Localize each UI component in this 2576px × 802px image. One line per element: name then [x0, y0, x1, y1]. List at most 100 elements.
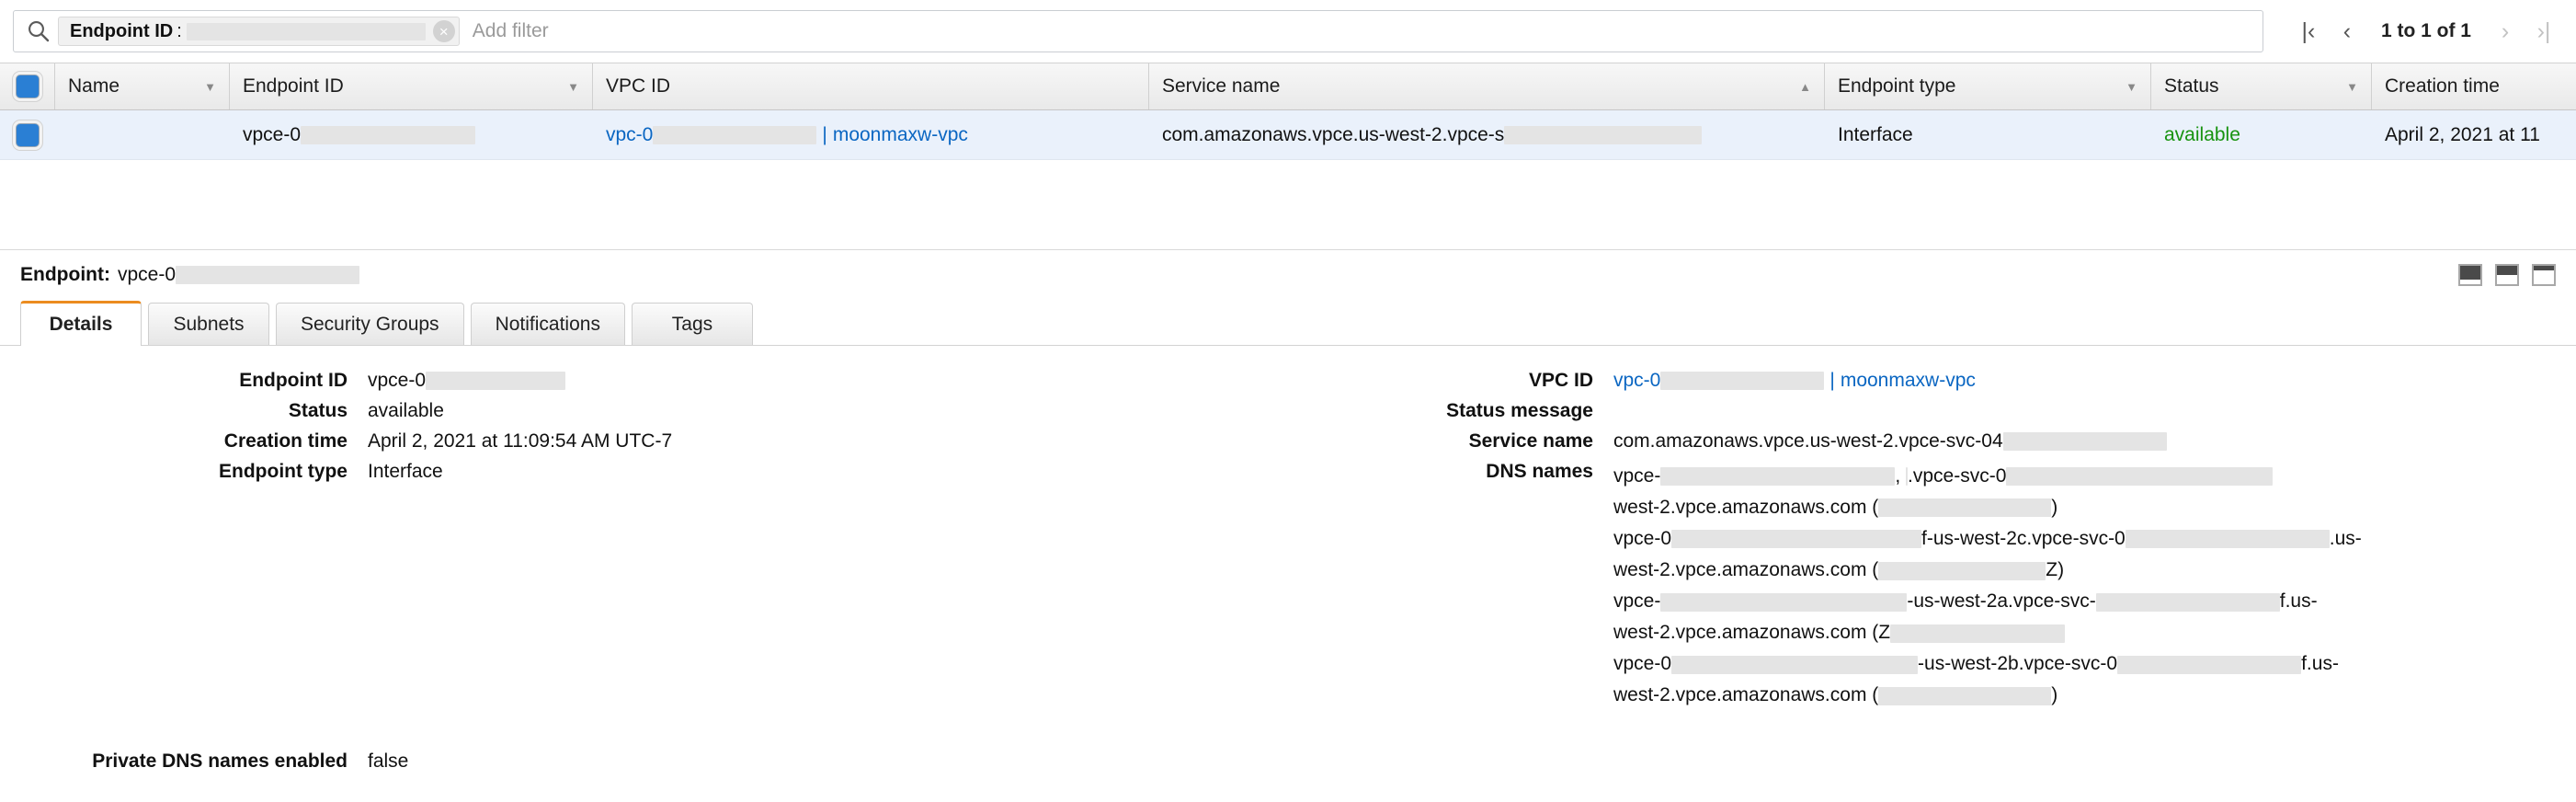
field-dns-names: DNS names vpce-, .vpce-svc-0 west-2.vpce… — [1416, 461, 2576, 711]
dns-line: vpce--us-west-2a.vpce-svc-f.us- — [1613, 586, 2576, 617]
row-checkbox[interactable] — [16, 123, 40, 147]
panel-splitter — [0, 162, 2576, 250]
detail-panel-header: Endpoint: vpce-0 — [0, 250, 2576, 300]
cell-service-name: com.amazonaws.vpce.us-west-2.vpce-s — [1149, 110, 1825, 159]
details-left-column: Endpoint ID vpce-0 Status available Crea… — [0, 370, 1416, 719]
field-vpc-name-link[interactable]: moonmaxw-vpc — [1841, 370, 1976, 391]
cell-vpc-name-link[interactable]: moonmaxw-vpc — [833, 124, 968, 146]
field-private-dns-enabled-value: false — [368, 750, 2576, 773]
field-status-value: available — [368, 400, 1416, 422]
field-endpoint-type-value: Interface — [368, 461, 1416, 483]
field-private-dns-enabled-label: Private DNS names enabled — [0, 750, 368, 773]
field-creation-time-value: April 2, 2021 at 11:09:54 AM UTC-7 — [368, 430, 1416, 453]
field-endpoint-type-label: Endpoint type — [0, 461, 368, 483]
filter-bar: Endpoint ID : × Add filter |‹ ‹ 1 to 1 o… — [0, 0, 2576, 63]
panel-size-small-icon[interactable] — [2458, 264, 2482, 286]
cell-status: available — [2151, 110, 2372, 159]
field-endpoint-id: Endpoint ID vpce-0 — [0, 370, 1416, 392]
column-header-endpoint-type-label: Endpoint type — [1838, 75, 2116, 97]
add-filter-placeholder[interactable]: Add filter — [473, 20, 2253, 42]
select-all-checkbox-cell[interactable] — [0, 63, 55, 109]
field-endpoint-type: Endpoint type Interface — [0, 461, 1416, 483]
details-columns: Endpoint ID vpce-0 Status available Crea… — [0, 370, 2576, 719]
pagination-last-button[interactable]: ›| — [2525, 11, 2563, 52]
filter-token-endpoint-id[interactable]: Endpoint ID : × — [58, 17, 460, 46]
dns-line: west-2.vpce.amazonaws.com (Z — [1613, 617, 2576, 648]
dns-line: west-2.vpce.amazonaws.com (Z) — [1613, 555, 2576, 586]
panel-size-large-icon[interactable] — [2532, 264, 2556, 286]
detail-tabs: Details Subnets Security Groups Notifica… — [0, 300, 2576, 346]
field-status-message: Status message — [1416, 400, 2576, 422]
chevron-down-icon: ▼ — [2346, 80, 2358, 94]
detail-panel-title: Endpoint: vpce-0 — [20, 264, 359, 286]
field-dns-names-value: vpce-, .vpce-svc-0 west-2.vpce.amazonaws… — [1613, 461, 2576, 711]
column-header-endpoint-id-label: Endpoint ID — [243, 75, 558, 97]
cell-endpoint-id-prefix: vpce-0 — [243, 124, 301, 146]
field-service-name-value: com.amazonaws.vpce.us-west-2.vpce-svc-04 — [1613, 430, 2576, 453]
pagination-range-label: 1 to 1 of 1 — [2366, 20, 2486, 42]
row-checkbox-cell[interactable] — [0, 110, 55, 159]
column-header-service-name[interactable]: Service name ▲ — [1149, 63, 1825, 109]
field-vpc-id: VPC ID vpc-0 | moonmaxw-vpc — [1416, 370, 2576, 392]
detail-panel-title-value: vpce-0 — [118, 264, 176, 285]
sort-ascending-icon: ▲ — [1799, 80, 1811, 94]
tab-tags[interactable]: Tags — [632, 303, 753, 345]
column-header-endpoint-type[interactable]: Endpoint type ▼ — [1825, 63, 2151, 109]
field-status-label: Status — [0, 400, 368, 422]
dns-line: vpce-, .vpce-svc-0 — [1613, 461, 2576, 492]
dns-line: west-2.vpce.amazonaws.com () — [1613, 680, 2576, 711]
filter-token-value — [187, 21, 426, 42]
details-right-column: VPC ID vpc-0 | moonmaxw-vpc Status message… — [1416, 370, 2576, 719]
tab-details[interactable]: Details — [20, 301, 142, 346]
column-header-endpoint-id[interactable]: Endpoint ID ▼ — [230, 63, 593, 109]
chevron-down-icon: ▼ — [204, 80, 216, 94]
table-row[interactable]: vpce-0 vpc-0 | moonmaxw-vpc com.amazonaws.… — [0, 110, 2576, 160]
filter-token-key: Endpoint ID — [70, 21, 173, 42]
field-vpc-separator: | — [1829, 370, 1834, 391]
panel-size-medium-icon[interactable] — [2495, 264, 2519, 286]
column-header-name[interactable]: Name ▼ — [55, 63, 230, 109]
column-header-service-name-label: Service name — [1162, 75, 1790, 97]
dns-line: vpce-0-us-west-2b.vpce-svc-0f.us- — [1613, 648, 2576, 680]
chevron-down-icon: ▼ — [2126, 80, 2137, 94]
cell-creation-time: April 2, 2021 at 11 — [2372, 110, 2576, 159]
pagination-prev-button[interactable]: ‹ — [2328, 11, 2366, 52]
field-creation-time-label: Creation time — [0, 430, 368, 453]
dns-line: west-2.vpce.amazonaws.com () — [1613, 492, 2576, 523]
dns-line: vpce-0f-us-west-2c.vpce-svc-0.us- — [1613, 523, 2576, 555]
tab-security-groups[interactable]: Security Groups — [276, 303, 464, 345]
panel-size-controls — [2458, 264, 2556, 286]
field-vpc-id-link[interactable]: vpc-0 — [1613, 370, 1660, 391]
detail-panel-title-label: Endpoint: — [20, 264, 110, 285]
cell-name — [55, 110, 230, 159]
search-filter-field[interactable]: Endpoint ID : × Add filter — [13, 10, 2263, 52]
field-service-name: Service name com.amazonaws.vpce.us-west-… — [1416, 430, 2576, 453]
field-endpoint-id-prefix: vpce-0 — [368, 370, 426, 391]
tab-notifications[interactable]: Notifications — [471, 303, 625, 345]
field-dns-names-label: DNS names — [1416, 461, 1613, 711]
filter-token-remove-icon[interactable]: × — [433, 20, 455, 42]
column-header-creation-time[interactable]: Creation time — [2372, 63, 2576, 109]
details-tab-content: Endpoint ID vpce-0 Status available Crea… — [0, 346, 2576, 773]
column-header-status-label: Status — [2164, 75, 2337, 97]
column-header-name-label: Name — [68, 75, 195, 97]
endpoints-table: Name ▼ Endpoint ID ▼ VPC ID Service name… — [0, 63, 2576, 160]
filter-token-separator: : — [177, 21, 182, 42]
field-vpc-id-label: VPC ID — [1416, 370, 1613, 392]
column-header-creation-time-label: Creation time — [2385, 75, 2563, 97]
column-header-vpc-id[interactable]: VPC ID — [593, 63, 1149, 109]
column-header-status[interactable]: Status ▼ — [2151, 63, 2372, 109]
field-service-name-label: Service name — [1416, 430, 1613, 453]
cell-vpc-id-link[interactable]: vpc-0 — [606, 124, 653, 146]
pagination-first-button[interactable]: |‹ — [2289, 11, 2328, 52]
field-vpc-id-value[interactable]: vpc-0 | moonmaxw-vpc — [1613, 370, 2576, 392]
field-creation-time: Creation time April 2, 2021 at 11:09:54 … — [0, 430, 1416, 453]
cell-endpoint-type: Interface — [1825, 110, 2151, 159]
select-all-checkbox[interactable] — [16, 74, 40, 98]
cell-vpc-separator: | — [822, 124, 826, 146]
chevron-down-icon: ▼ — [567, 80, 579, 94]
pagination-next-button[interactable]: › — [2486, 11, 2525, 52]
tab-subnets[interactable]: Subnets — [148, 303, 269, 345]
cell-endpoint-id: vpce-0 — [230, 110, 593, 159]
cell-vpc-id[interactable]: vpc-0 | moonmaxw-vpc — [593, 110, 1149, 159]
